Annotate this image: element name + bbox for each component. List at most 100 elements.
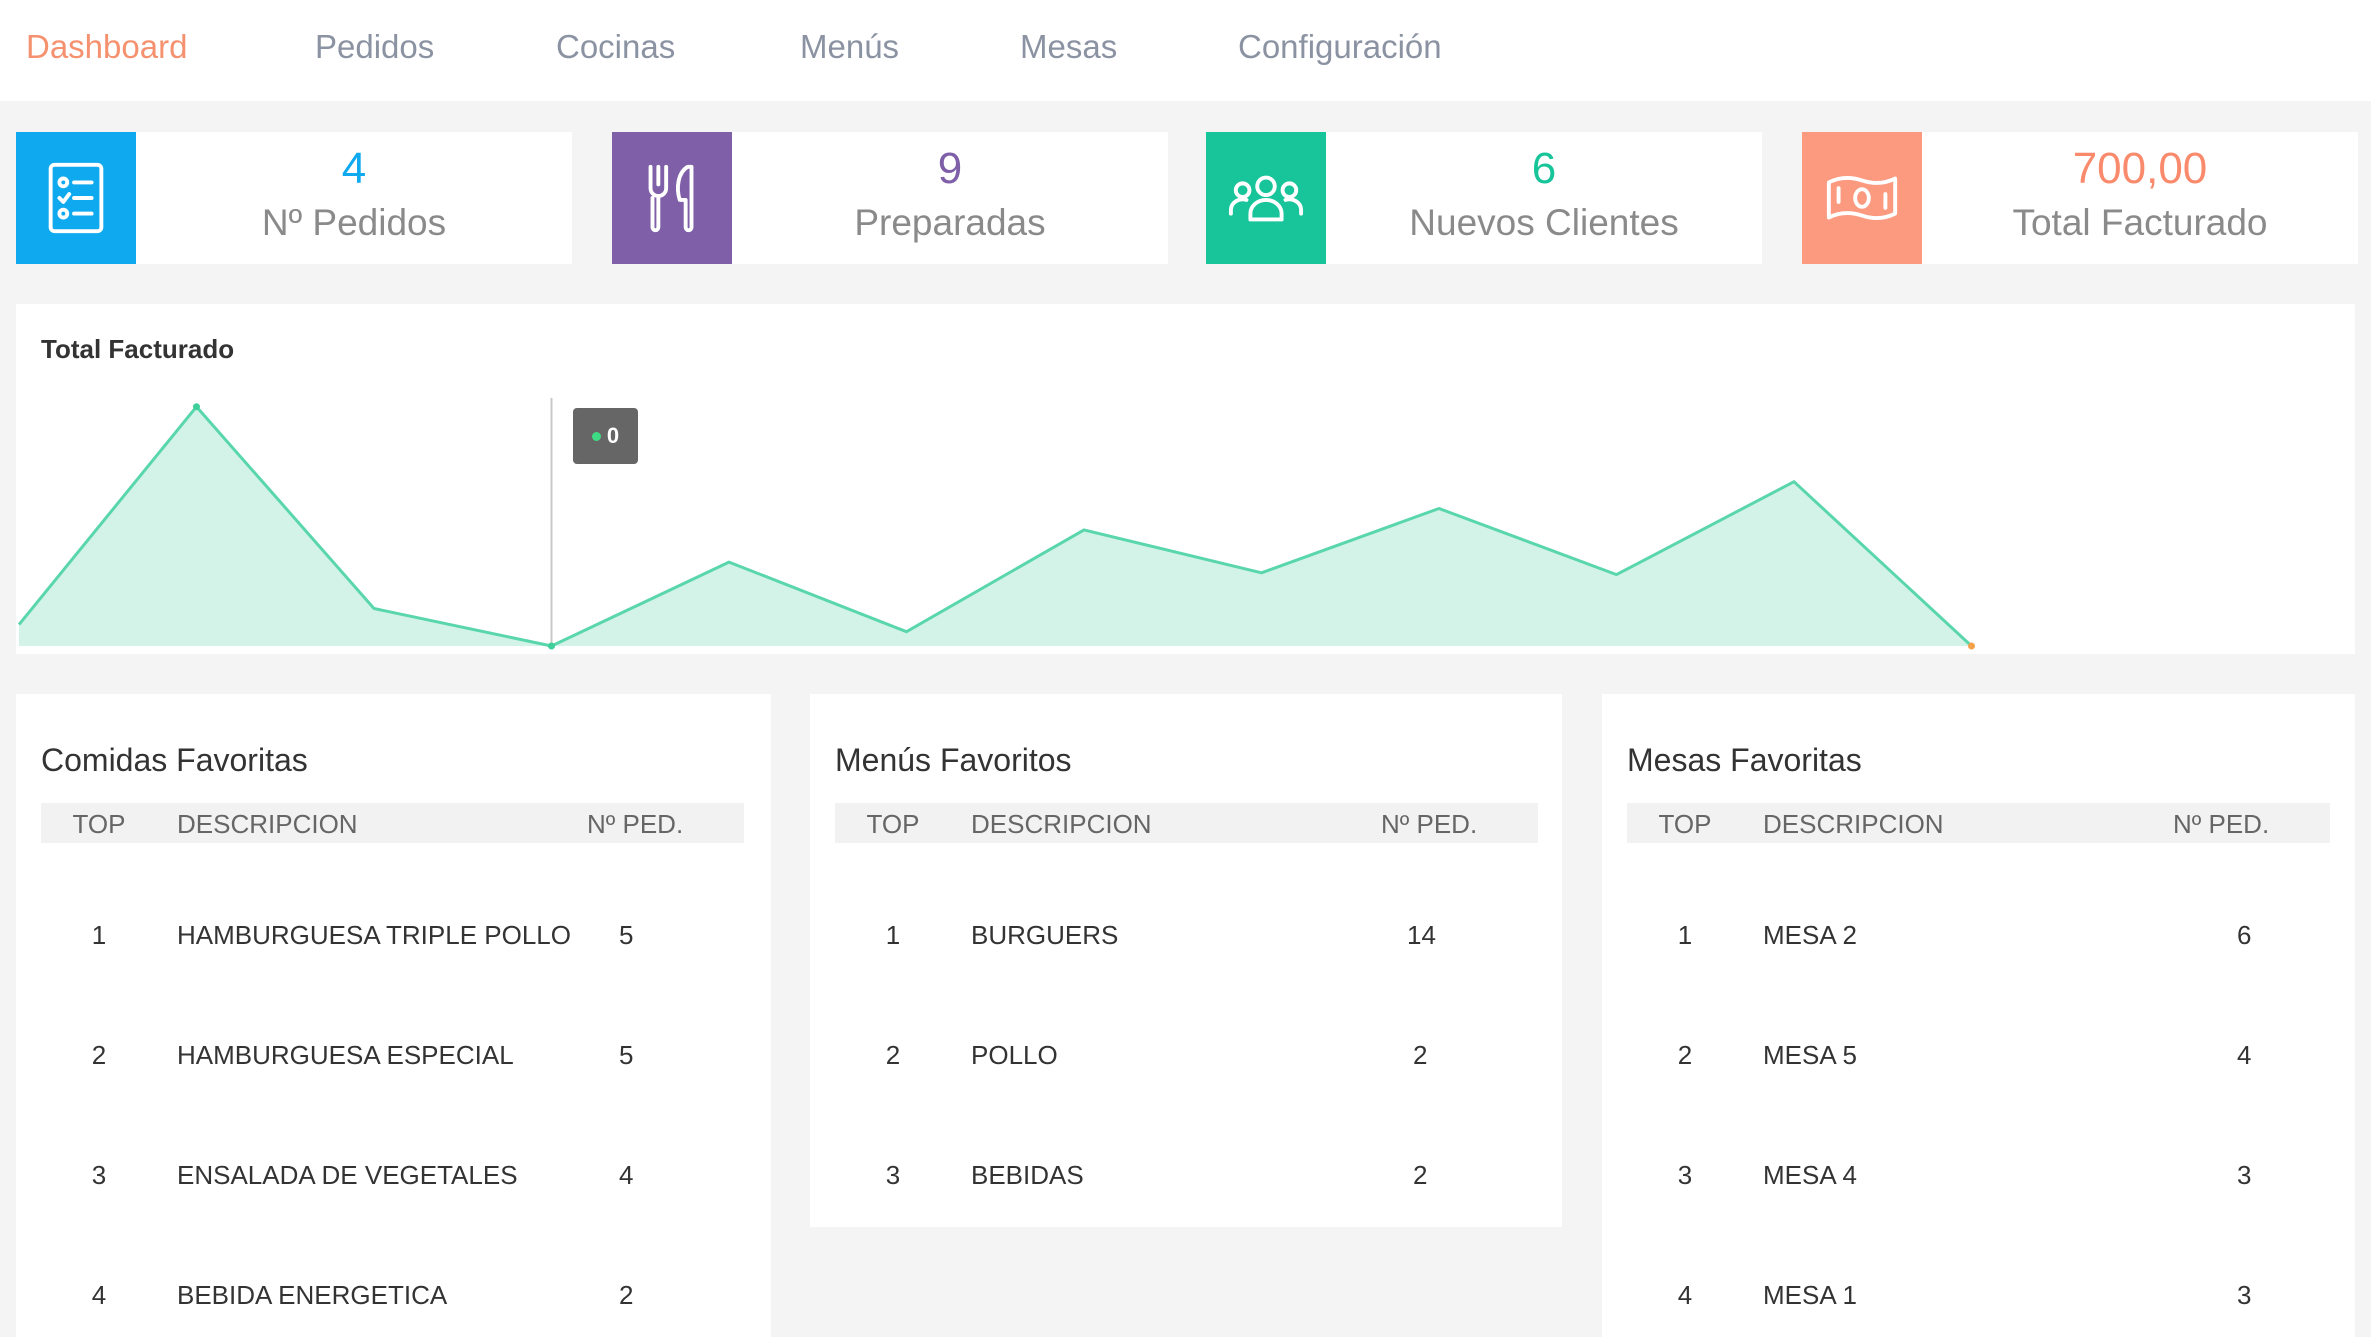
chart-point: [548, 642, 555, 650]
cell-desc: BURGUERS: [971, 920, 1119, 950]
col-top-header: TOP: [72, 809, 126, 839]
cell-count: 4: [2237, 1040, 2252, 1070]
tooltip-dot: [591, 431, 601, 441]
cell-desc: BEBIDA ENERGETICA: [177, 1280, 448, 1310]
chart-area-fill: [19, 406, 1972, 646]
nav-tab-mesas[interactable]: Mesas: [1020, 28, 1117, 66]
cell-count: 2: [1413, 1160, 1428, 1190]
panel-title: Mesas Favoritas: [1627, 742, 1862, 778]
panel-title: Comidas Favoritas: [41, 742, 308, 778]
table-row: 1 BURGUERS 14: [835, 843, 1538, 963]
cell-top: 1: [885, 920, 901, 950]
checklist-icon: [48, 162, 104, 234]
stat-value: 6: [1531, 144, 1557, 193]
comidas-table: TOP DESCRIPCION Nº PED. 1 HAMBURGUESA TR…: [41, 803, 744, 1323]
stat-icon-box: [16, 132, 136, 264]
cell-top: 2: [91, 1040, 107, 1070]
col-desc-header: DESCRIPCION: [971, 809, 1152, 839]
col-count-header: Nº PED.: [1381, 809, 1478, 839]
mesas-table: TOP DESCRIPCION Nº PED. 1 MESA 2 6 2 MES…: [1627, 803, 2330, 1323]
comidas-favoritas-panel: Comidas Favoritas TOP DESCRIPCION Nº PED…: [16, 694, 771, 1337]
users-icon: [1228, 175, 1304, 222]
chart-point: [193, 403, 200, 411]
stat-label: Total Facturado: [2012, 202, 2268, 243]
col-desc-header: DESCRIPCION: [177, 809, 358, 839]
cell-top: 4: [91, 1280, 107, 1310]
cell-desc: BEBIDAS: [971, 1160, 1084, 1190]
cell-top: 1: [91, 920, 107, 950]
cell-top: 4: [1677, 1280, 1693, 1310]
chart-panel: Total Facturado 0: [16, 304, 2355, 654]
col-top-header: TOP: [1658, 809, 1712, 839]
cell-top: 3: [885, 1160, 901, 1190]
cell-count: 2: [1413, 1040, 1428, 1070]
table-row: 1 MESA 2 6: [1627, 843, 2330, 963]
cell-count: 6: [2237, 920, 2252, 950]
fork-knife-icon: [648, 164, 694, 233]
col-count-header: Nº PED.: [587, 809, 684, 839]
nav-tab-pedidos[interactable]: Pedidos: [315, 28, 434, 66]
chart-point: [1968, 642, 1975, 650]
table-row: 3 ENSALADA DE VEGETALES 4: [41, 1083, 744, 1203]
stat-value: 700,00: [2072, 144, 2208, 193]
cell-desc: MESA 5: [1763, 1040, 1857, 1070]
cell-desc: HAMBURGUESA ESPECIAL: [177, 1040, 514, 1070]
area-chart[interactable]: [16, 304, 2355, 654]
table-row: 2 POLLO 2: [835, 963, 1538, 1083]
chart-tooltip: 0: [573, 408, 638, 464]
cell-top: 3: [1677, 1160, 1693, 1190]
cell-desc: MESA 4: [1763, 1160, 1857, 1190]
cell-count: 14: [1407, 920, 1436, 950]
stat-label: Nº Pedidos: [261, 202, 447, 243]
cell-top: 2: [885, 1040, 901, 1070]
cell-top: 3: [91, 1160, 107, 1190]
table-row: 3 MESA 4 3: [1627, 1083, 2330, 1203]
col-count-header: Nº PED.: [2173, 809, 2270, 839]
stat-value: 9: [937, 144, 963, 193]
cell-count: 3: [2237, 1280, 2252, 1310]
stat-card-facturado: 700,00 Total Facturado: [1802, 132, 2358, 264]
panel-title: Menús Favoritos: [835, 742, 1072, 778]
col-top-header: TOP: [866, 809, 920, 839]
table-row: 4 MESA 1 3: [1627, 1203, 2330, 1323]
money-bill-icon: [1826, 176, 1898, 220]
table-row: 2 MESA 5 4: [1627, 963, 2330, 1083]
top-nav: Dashboard Pedidos Cocinas Menús Mesas Co…: [0, 0, 2371, 101]
mesas-favoritas-panel: Mesas Favoritas TOP DESCRIPCION Nº PED. …: [1602, 694, 2355, 1337]
stat-icon-box: [612, 132, 732, 264]
table-header: TOP DESCRIPCION Nº PED.: [1627, 803, 2330, 843]
nav-tab-configuracion[interactable]: Configuración: [1238, 28, 1442, 66]
cell-count: 5: [619, 920, 634, 950]
stat-card-pedidos: 4 Nº Pedidos: [16, 132, 572, 264]
cell-desc: MESA 2: [1763, 920, 1857, 950]
nav-tab-dashboard[interactable]: Dashboard: [26, 28, 187, 66]
tooltip-value: 0: [606, 423, 620, 448]
nav-tab-cocinas[interactable]: Cocinas: [556, 28, 675, 66]
stat-card-clientes: 6 Nuevos Clientes: [1206, 132, 1762, 264]
col-desc-header: DESCRIPCION: [1763, 809, 1944, 839]
menus-table: TOP DESCRIPCION Nº PED. 1 BURGUERS 14 2 …: [835, 803, 1538, 1203]
cell-count: 4: [619, 1160, 634, 1190]
stat-icon-box: [1802, 132, 1922, 264]
stat-card-preparadas: 9 Preparadas: [612, 132, 1168, 264]
table-row: 2 HAMBURGUESA ESPECIAL 5: [41, 963, 744, 1083]
stat-value: 4: [341, 144, 367, 193]
cell-top: 1: [1677, 920, 1693, 950]
cell-desc: ENSALADA DE VEGETALES: [177, 1160, 518, 1190]
nav-tab-menus[interactable]: Menús: [800, 28, 899, 66]
stat-label: Nuevos Clientes: [1409, 202, 1679, 243]
table-header: TOP DESCRIPCION Nº PED.: [41, 803, 744, 843]
table-row: 1 HAMBURGUESA TRIPLE POLLO 5: [41, 843, 744, 963]
cell-desc: MESA 1: [1763, 1280, 1857, 1310]
cell-desc: POLLO: [971, 1040, 1058, 1070]
stat-label: Preparadas: [854, 202, 1046, 243]
cell-count: 2: [619, 1280, 634, 1310]
menus-favoritos-panel: Menús Favoritos TOP DESCRIPCION Nº PED. …: [810, 694, 1562, 1227]
table-row: 4 BEBIDA ENERGETICA 2: [41, 1203, 744, 1323]
table-row: 3 BEBIDAS 2: [835, 1083, 1538, 1203]
table-header: TOP DESCRIPCION Nº PED.: [835, 803, 1538, 843]
cell-top: 2: [1677, 1040, 1693, 1070]
stat-icon-box: [1206, 132, 1326, 264]
cell-desc: HAMBURGUESA TRIPLE POLLO: [177, 920, 571, 950]
cell-count: 5: [619, 1040, 634, 1070]
